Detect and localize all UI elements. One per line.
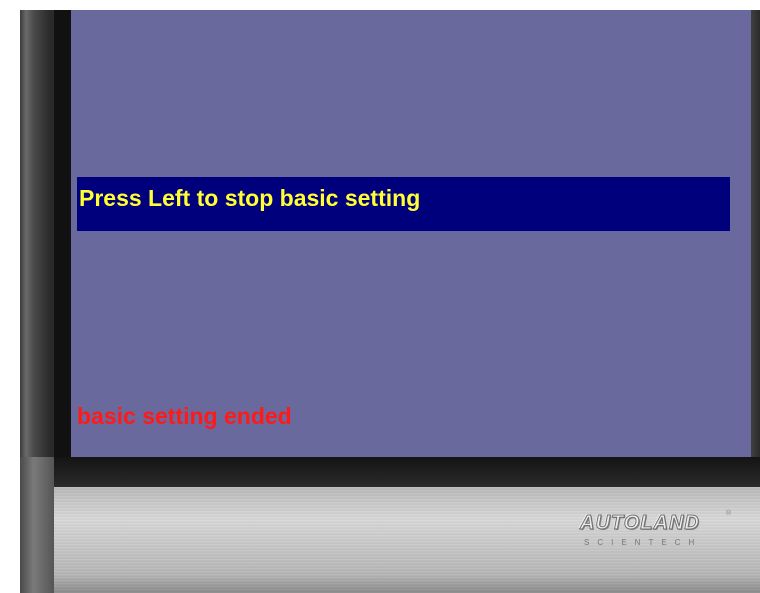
registered-mark: ® [726,510,732,517]
display-screen: Press Left to stop basic setting basic s… [71,10,751,457]
left-rail [20,457,54,593]
selected-message-bar[interactable]: Press Left to stop basic setting [77,177,730,231]
logo-wordmark: AUTOLAND [580,512,700,535]
brand-logo: AUTOLAND ® SCIENTECH [580,510,732,560]
panel-shadow [54,575,760,593]
status-message: basic setting ended [77,403,292,429]
lower-bezel [54,457,760,487]
logo-subtext: SCIENTECH [584,538,703,547]
instruction-text: Press Left to stop basic setting [79,185,421,211]
scanner-device: Press Left to stop basic setting basic s… [20,10,760,593]
